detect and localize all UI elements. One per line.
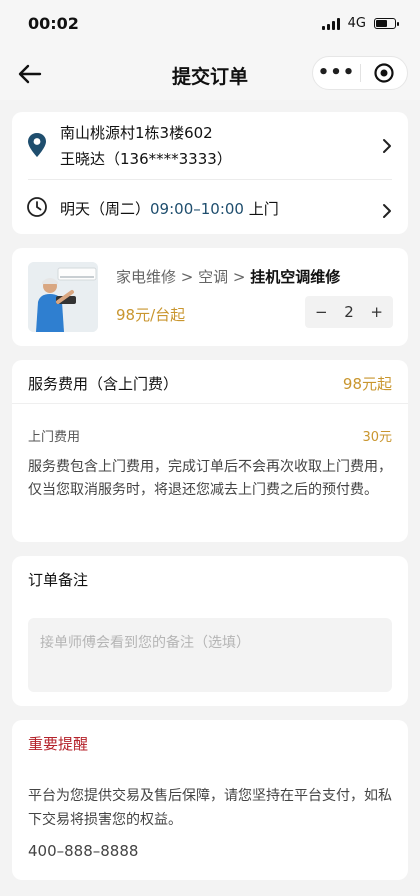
address-line[interactable]: 南山桃源村1栋3楼602 xyxy=(60,122,213,143)
fee-header: 服务费用（含上门费） 98元起 xyxy=(12,360,408,404)
fee-description: 服务费包含上门费用，完成订单后不会再次收取上门费用，仅当您取消服务时，将退还您减… xyxy=(28,459,392,498)
visit-fee-value: 30元 xyxy=(362,430,392,445)
crumb-category: 家电维修 xyxy=(116,268,177,286)
quantity-value: 2 xyxy=(344,303,354,321)
more-menu-button[interactable]: ••• xyxy=(313,56,360,90)
crumb-separator: > xyxy=(176,268,199,286)
service-breadcrumb: 家电维修 > 空调 > 挂机空调维修 xyxy=(116,266,340,287)
remark-card: 订单备注 xyxy=(12,556,408,706)
service-image xyxy=(28,262,98,332)
appointment-time[interactable]: 明天（周二）09:00–10:00 上门 xyxy=(60,198,279,219)
battery-icon xyxy=(374,18,399,29)
service-price: 98元/台起 xyxy=(116,306,186,324)
status-time: 00:02 xyxy=(28,14,79,33)
decrease-button[interactable]: − xyxy=(315,303,328,321)
remark-input[interactable] xyxy=(28,618,392,692)
close-program-button[interactable] xyxy=(361,62,407,84)
crumb-subcategory: 空调 xyxy=(198,268,229,286)
warning-title: 重要提醒 xyxy=(28,735,89,753)
chevron-right-icon[interactable] xyxy=(382,138,392,154)
support-phone[interactable]: 400–888–8888 xyxy=(28,842,138,860)
mini-program-capsule: ••• xyxy=(312,56,408,90)
appointment-slot: 09:00–10:00 xyxy=(150,200,244,218)
technician-photo xyxy=(28,262,98,332)
signal-icon xyxy=(321,17,340,30)
appointment-suffix: 上门 xyxy=(243,200,279,218)
crumb-separator: > xyxy=(228,268,251,286)
contact-line[interactable]: 王晓达（136****3333） xyxy=(60,148,232,169)
fee-card: 服务费用（含上门费） 98元起 上门费用 30元 服务费包含上门费用，完成订单后… xyxy=(12,360,408,542)
service-name: 挂机空调维修 xyxy=(250,268,341,286)
status-indicators: 4G xyxy=(321,16,399,31)
chevron-right-icon[interactable] xyxy=(382,203,392,219)
divider xyxy=(28,179,392,180)
status-bar: 00:02 4G xyxy=(0,0,420,48)
location-pin-icon xyxy=(28,133,46,157)
fee-title: 服务费用（含上门费） xyxy=(28,375,179,393)
warning-text: 平台为您提供交易及售后保障，请您坚持在平台支付，如私下交易将损害您的权益。 xyxy=(28,788,392,828)
appointment-day: 明天（周二） xyxy=(60,200,151,218)
address-card: 南山桃源村1栋3楼602 王晓达（136****3333） 明天（周二）09:0… xyxy=(12,112,408,234)
target-icon xyxy=(374,63,394,83)
nav-bar: 提交订单 ••• xyxy=(0,48,420,100)
visit-fee-label: 上门费用 xyxy=(28,430,81,445)
remark-title: 订单备注 xyxy=(28,571,89,589)
increase-button[interactable]: + xyxy=(370,303,383,321)
warning-card: 重要提醒 平台为您提供交易及售后保障，请您坚持在平台支付，如私下交易将损害您的权… xyxy=(12,720,408,880)
fee-from-price: 98元起 xyxy=(342,375,392,393)
clock-icon xyxy=(27,197,47,217)
quantity-stepper: − 2 + xyxy=(305,296,393,328)
service-card: 家电维修 > 空调 > 挂机空调维修 98元/台起 − 2 + xyxy=(12,248,408,346)
network-type: 4G xyxy=(347,16,366,31)
